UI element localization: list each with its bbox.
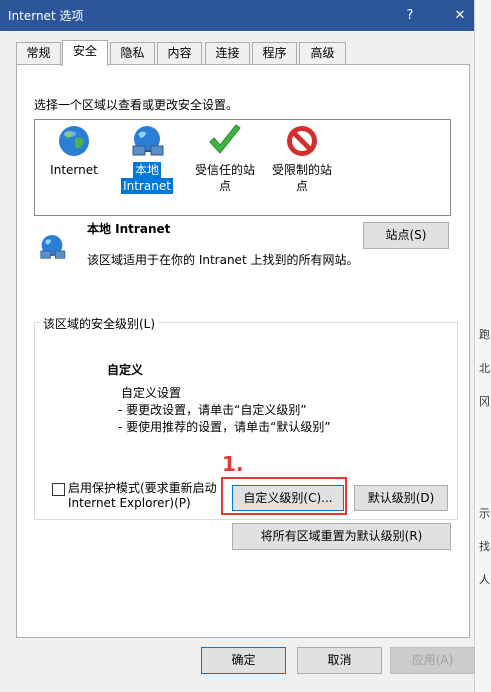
protected-mode-checkbox[interactable] — [52, 483, 65, 496]
window-title: Internet 选项 — [8, 9, 84, 23]
default-level-button[interactable]: 默认级别(D) — [354, 485, 448, 511]
background-glyph: 人 — [479, 573, 490, 586]
ok-button[interactable]: 确定 — [201, 647, 286, 674]
tab-general[interactable]: 常规 — [16, 42, 61, 64]
cancel-button[interactable]: 取消 — [297, 647, 382, 674]
background-glyph: 冈 — [479, 395, 490, 408]
zone-restricted-sites[interactable]: 受限制的站 点 — [262, 120, 342, 194]
close-button[interactable]: ✕ — [438, 0, 482, 31]
help-button[interactable]: ? — [388, 0, 432, 31]
zone-label: 点 — [295, 179, 308, 193]
background-glyph: 北 — [479, 362, 490, 375]
background-glyph: 示 — [479, 507, 490, 520]
security-level-line2: - 要更改设置，请单击“自定义级别” — [118, 403, 307, 417]
sites-button[interactable]: 站点(S) — [363, 222, 449, 249]
zone-instruction: 选择一个区域以查看或更改安全设置。 — [34, 98, 239, 112]
zone-label: Internet — [50, 163, 98, 177]
tab-privacy[interactable]: 隐私 — [110, 42, 155, 64]
zone-list: Internet 本地 Intranet 受信任的站 点 受限制的站 点 — [34, 119, 451, 216]
custom-level-button[interactable]: 自定义级别(C)... — [232, 485, 344, 511]
tab-programs[interactable]: 程序 — [252, 42, 297, 64]
background-window-strip: 跑 北 冈 示 找 人 — [474, 0, 491, 692]
protected-mode-label-line2: Internet Explorer)(P) — [68, 496, 191, 510]
tab-connections[interactable]: 连接 — [205, 42, 250, 64]
annotation-number: 1. — [222, 452, 244, 476]
checkmark-icon — [209, 124, 241, 154]
zone-label: 受限制的站 — [271, 163, 332, 177]
zone-label: 本地 — [132, 162, 161, 178]
background-glyph: 跑 — [479, 328, 490, 341]
zone-label: 点 — [218, 179, 231, 193]
tab-security[interactable]: 安全 — [62, 40, 108, 66]
restricted-icon — [287, 126, 317, 156]
zone-detail-title: 本地 Intranet — [87, 222, 171, 236]
zone-internet[interactable]: Internet — [39, 120, 109, 178]
background-glyph: 找 — [479, 540, 490, 553]
security-level-line3: - 要使用推荐的设置，请单击“默认级别” — [118, 420, 331, 434]
globe-icon — [59, 126, 89, 156]
zone-detail-description: 该区域适用于在你的 Intranet 上找到的所有网站。 — [87, 253, 359, 267]
apply-button[interactable]: 应用(A) — [390, 647, 475, 674]
tab-advanced[interactable]: 高级 — [299, 42, 346, 64]
zone-local-intranet[interactable]: 本地 Intranet — [117, 120, 177, 194]
security-level-line1: 自定义设置 — [121, 386, 182, 400]
zone-trusted-sites[interactable]: 受信任的站 点 — [185, 120, 265, 194]
tab-content[interactable]: 内容 — [157, 42, 202, 64]
title-bar: Internet 选项 ? ✕ — [0, 0, 474, 31]
intranet-globe-icon — [132, 126, 164, 156]
security-level-name: 自定义 — [107, 363, 144, 377]
reset-all-zones-button[interactable]: 将所有区域重置为默认级别(R) — [232, 523, 451, 550]
intranet-globe-icon — [40, 235, 66, 259]
zone-label: 受信任的站 — [194, 163, 255, 177]
protected-mode-label-line1: 启用保护模式(要求重新启动 — [68, 481, 217, 495]
zone-label: Intranet — [121, 178, 173, 194]
security-level-group-label: 该区域的安全级别(L) — [40, 315, 159, 332]
